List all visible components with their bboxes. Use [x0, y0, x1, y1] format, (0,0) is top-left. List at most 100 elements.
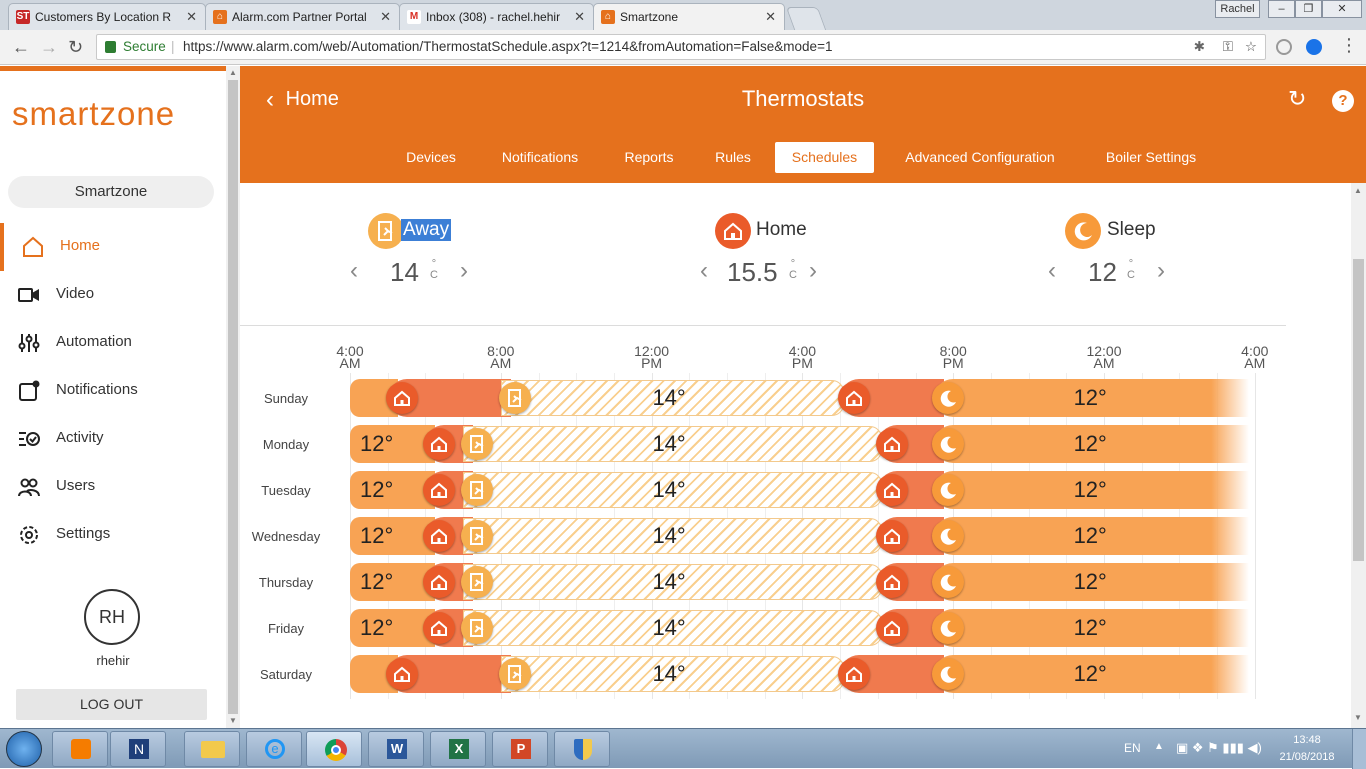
- mode-sleep[interactable]: Sleep ‹ 12 ° C ›: [1048, 207, 1198, 287]
- sleep-icon[interactable]: [932, 566, 965, 598]
- chrome-icon[interactable]: [306, 731, 362, 767]
- word-icon[interactable]: W: [368, 731, 424, 767]
- forward-arrow-icon[interactable]: →: [40, 37, 58, 58]
- address-bar[interactable]: Secure | https://www.alarm.com/web/Autom…: [96, 34, 1266, 60]
- away-icon[interactable]: [461, 520, 494, 552]
- schedule-day-row[interactable]: Sunday 14° 12°: [240, 379, 1351, 417]
- chevron-right-icon[interactable]: ›: [809, 257, 817, 285]
- tab-notifications[interactable]: Notifications: [488, 142, 592, 173]
- refresh-icon[interactable]: ↻: [1288, 86, 1306, 112]
- home-icon[interactable]: [385, 382, 418, 414]
- extension-blue-icon[interactable]: [1306, 39, 1322, 55]
- sleep-icon[interactable]: [932, 474, 965, 506]
- close-icon[interactable]: ✕: [574, 9, 585, 25]
- away-icon[interactable]: [461, 612, 494, 644]
- powerpoint-icon[interactable]: P: [492, 731, 548, 767]
- browser-tab[interactable]: ST Customers By Location R ✕: [8, 3, 206, 30]
- language-indicator[interactable]: EN: [1124, 741, 1141, 755]
- reload-icon[interactable]: ↻: [68, 37, 83, 58]
- app-n-icon[interactable]: N: [110, 731, 166, 767]
- browser-tab[interactable]: M Inbox (308) - rachel.hehir ✕: [399, 3, 594, 30]
- sidebar-item-activity[interactable]: Activity: [0, 415, 226, 463]
- home-icon[interactable]: [838, 658, 871, 690]
- schedule-day-row[interactable]: Friday 12° 14° 12°: [240, 609, 1351, 647]
- chevron-left-icon[interactable]: ‹: [350, 257, 358, 285]
- away-icon[interactable]: [461, 474, 494, 506]
- home-icon[interactable]: [423, 520, 456, 552]
- home-icon[interactable]: [875, 474, 908, 506]
- away-icon[interactable]: [498, 382, 531, 414]
- browser-tab[interactable]: ⌂ Alarm.com Partner Portal ✕: [205, 3, 400, 30]
- schedule-day-row[interactable]: Wednesday 12° 14° 12°: [240, 517, 1351, 555]
- chevron-right-icon[interactable]: ›: [1157, 257, 1165, 285]
- mode-home[interactable]: Home ‹ 15.5 ° C ›: [700, 207, 850, 287]
- sleep-icon[interactable]: [932, 658, 965, 690]
- away-icon[interactable]: [498, 658, 531, 690]
- chevron-left-icon[interactable]: ‹: [700, 257, 708, 285]
- sleep-icon[interactable]: [932, 382, 965, 414]
- sidebar-item-home[interactable]: Home: [0, 223, 226, 271]
- logout-button[interactable]: LOG OUT: [16, 689, 207, 720]
- home-icon[interactable]: [385, 658, 418, 690]
- mode-away[interactable]: Away ‹ 14 ° C ›: [350, 207, 490, 287]
- home-icon[interactable]: [875, 612, 908, 644]
- avatar[interactable]: RH: [84, 589, 140, 645]
- tab-devices[interactable]: Devices: [390, 142, 472, 173]
- sleep-icon[interactable]: [932, 612, 965, 644]
- show-desktop-button[interactable]: [1352, 729, 1366, 769]
- home-icon[interactable]: [875, 520, 908, 552]
- schedule-day-row[interactable]: Thursday 12° 14° 12°: [240, 563, 1351, 601]
- close-icon[interactable]: ✕: [380, 9, 391, 25]
- scroll-thumb[interactable]: [228, 80, 238, 714]
- close-icon[interactable]: ✕: [765, 9, 776, 25]
- help-icon[interactable]: ?: [1332, 90, 1354, 112]
- minimize-icon[interactable]: –: [1268, 0, 1295, 18]
- away-icon[interactable]: [461, 428, 494, 460]
- sidebar-item-video[interactable]: Video: [0, 271, 226, 319]
- home-icon[interactable]: [423, 474, 456, 506]
- sleep-icon[interactable]: [932, 428, 965, 460]
- window-close-icon[interactable]: ✕: [1322, 0, 1362, 18]
- tab-boiler-settings[interactable]: Boiler Settings: [1092, 142, 1210, 173]
- home-icon[interactable]: [838, 382, 871, 414]
- tab-advanced-configuration[interactable]: Advanced Configuration: [890, 142, 1070, 173]
- menu-dots-icon[interactable]: ⋮: [1340, 35, 1358, 56]
- sidebar-item-automation[interactable]: Automation: [0, 319, 226, 367]
- main-scrollbar[interactable]: ▲ ▼: [1351, 183, 1366, 728]
- restore-icon[interactable]: ❐: [1295, 0, 1322, 18]
- excel-icon[interactable]: X: [430, 731, 486, 767]
- sleep-icon[interactable]: [932, 520, 965, 552]
- home-icon[interactable]: [423, 612, 456, 644]
- schedule-day-row[interactable]: Monday 12° 14° 12°: [240, 425, 1351, 463]
- tab-rules[interactable]: Rules: [706, 142, 760, 173]
- sidebar-item-users[interactable]: Users: [0, 463, 226, 511]
- tray-expand-icon[interactable]: ▲: [1154, 741, 1164, 752]
- start-button-icon[interactable]: [6, 731, 42, 767]
- shield-icon[interactable]: [554, 731, 610, 767]
- chevron-left-icon[interactable]: ‹: [1048, 257, 1056, 285]
- back-arrow-icon[interactable]: ←: [12, 37, 30, 58]
- sidebar-item-notifications[interactable]: Notifications: [0, 367, 226, 415]
- file-explorer-icon[interactable]: [184, 731, 240, 767]
- away-icon[interactable]: [461, 566, 494, 598]
- extension-circle-icon[interactable]: [1276, 39, 1292, 55]
- media-player-icon[interactable]: [52, 731, 108, 767]
- home-icon[interactable]: [875, 566, 908, 598]
- home-icon[interactable]: [875, 428, 908, 460]
- tray-icons[interactable]: ▣ ❖ ⚑ ▮▮▮ ◀): [1176, 740, 1262, 756]
- bookmark-star-icon[interactable]: ☆: [1245, 35, 1257, 59]
- key-icon[interactable]: ⚿: [1223, 35, 1233, 59]
- sidebar-item-settings[interactable]: Settings: [0, 511, 226, 559]
- schedule-day-row[interactable]: Tuesday 12° 14° 12°: [240, 471, 1351, 509]
- home-icon[interactable]: [423, 566, 456, 598]
- scroll-thumb[interactable]: [1353, 259, 1364, 561]
- internet-explorer-icon[interactable]: e: [246, 731, 302, 767]
- extension-icon[interactable]: ✱: [1194, 35, 1205, 59]
- tab-schedules[interactable]: Schedules: [775, 142, 874, 173]
- schedule-day-row[interactable]: Saturday 14° 12°: [240, 655, 1351, 693]
- chevron-right-icon[interactable]: ›: [460, 257, 468, 285]
- account-selector[interactable]: Smartzone: [8, 176, 214, 208]
- new-tab-button[interactable]: [785, 7, 827, 30]
- profile-chip[interactable]: Rachel: [1215, 0, 1260, 18]
- close-icon[interactable]: ✕: [186, 9, 197, 25]
